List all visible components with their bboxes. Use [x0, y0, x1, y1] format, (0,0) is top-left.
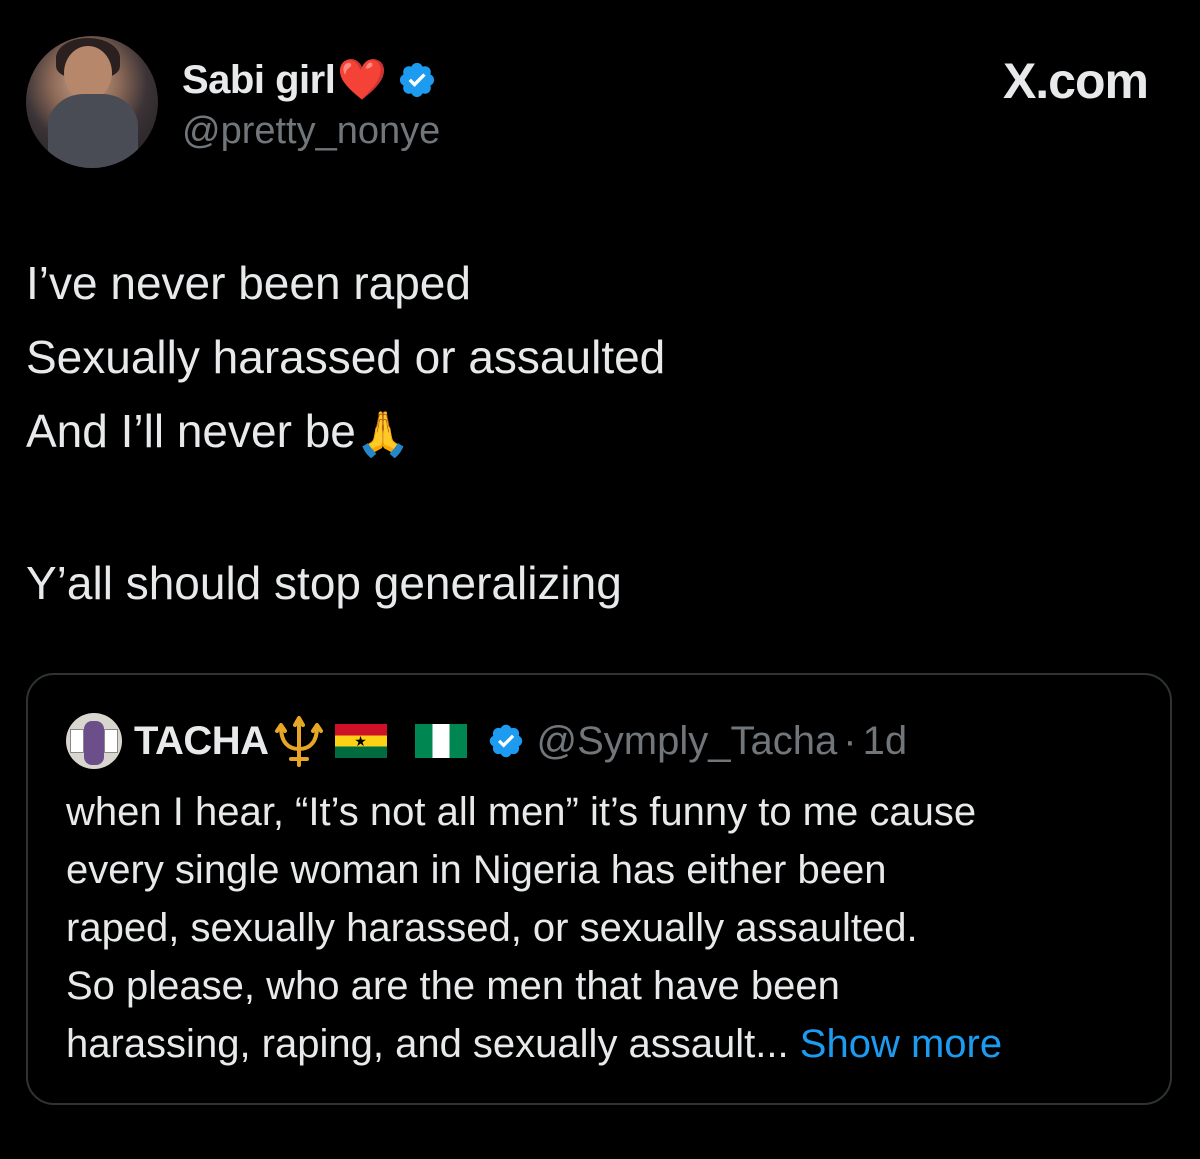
quoted-post-timestamp[interactable]: 1d [863, 719, 908, 764]
heart-icon: ❤️ [337, 58, 388, 102]
avatar-face [64, 46, 112, 100]
post-text: I’ve never been raped Sexually harassed … [26, 246, 1166, 620]
separator-dot: · [843, 718, 857, 763]
quoted-post-header: TACHA ★ @Symply_Tacha · 1d [66, 711, 907, 771]
x-com-watermark: X.com [1002, 53, 1149, 109]
ghana-flag-icon: ★ [334, 724, 387, 758]
author-name-row[interactable]: Sabi girl ❤️ [182, 54, 437, 106]
post-header: Sabi girl ❤️ @pretty_nonye X.com [26, 36, 1176, 172]
post-text-line: Sexually harassed or assaulted [26, 331, 666, 383]
avatar-plaque [104, 729, 118, 753]
quoted-text-line: So please, who are the men that have bee… [66, 964, 840, 1008]
praying-hands-icon: 🙏 [355, 410, 411, 459]
quoted-text-line: when I hear, “It’s not all men” it’s fun… [66, 790, 977, 834]
trident-icon [274, 716, 323, 767]
verified-badge-icon [400, 62, 435, 98]
post-text-line: And I’ll never be🙏 [26, 394, 1166, 472]
quoted-post-text: when I hear, “It’s not all men” it’s fun… [66, 783, 1146, 1073]
quoted-author-handle[interactable]: @Symply_Tacha [537, 719, 838, 764]
avatar-body [48, 94, 138, 168]
quoted-post-card[interactable]: TACHA ★ @Symply_Tacha · 1d when I hear, … [26, 673, 1172, 1105]
author-handle[interactable]: @pretty_nonye [182, 110, 440, 153]
author-display-name[interactable]: Sabi girl [182, 58, 336, 103]
author-avatar[interactable] [26, 36, 158, 168]
quoted-text-line: raped, sexually harassed, or sexually as… [66, 906, 918, 950]
quoted-author-display-name[interactable]: TACHA [134, 719, 269, 764]
post-text-line-content: And I’ll never be [26, 405, 356, 457]
post-text-line: I’ve never been raped [26, 257, 471, 309]
quoted-text-line: every single woman in Nigeria has either… [66, 848, 887, 892]
quoted-text-line-content: harassing, raping, and sexually assault.… [66, 1022, 789, 1066]
nigeria-flag-icon [414, 724, 467, 758]
post-text-line: Y’all should stop generalizing [26, 557, 622, 609]
verified-badge-icon [489, 724, 522, 758]
avatar-plaque [70, 729, 84, 753]
quoted-text-line: harassing, raping, and sexually assault.… [66, 1015, 1146, 1073]
show-more-link[interactable]: Show more [800, 1022, 1002, 1066]
quoted-author-avatar[interactable] [66, 713, 122, 769]
avatar-figure [84, 721, 104, 765]
